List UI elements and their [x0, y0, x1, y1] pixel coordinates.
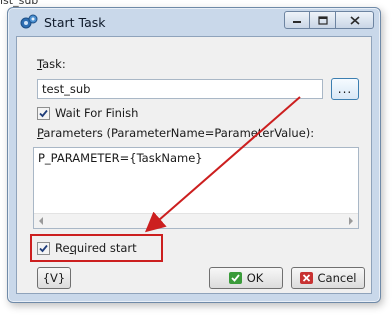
- dialog-title: Start Task: [44, 15, 106, 30]
- variables-button[interactable]: {V}: [37, 267, 71, 289]
- cancel-button[interactable]: Cancel: [291, 267, 365, 289]
- background-window-text: ist_sub: [0, 0, 39, 7]
- cancel-x-icon: [299, 272, 313, 284]
- minimize-icon: [293, 21, 301, 23]
- close-button[interactable]: [336, 11, 374, 29]
- ok-label: OK: [246, 271, 264, 285]
- wait-for-finish-checkbox[interactable]: [37, 107, 50, 120]
- horizontal-scrollbar[interactable]: [34, 213, 358, 228]
- maximize-button[interactable]: [310, 11, 336, 29]
- parameters-textarea[interactable]: P_PARAMETER={TaskName}: [33, 147, 359, 229]
- dialog-client-area: Task: test_sub ... Wait For Finish Param…: [16, 36, 372, 294]
- annotation-highlight-box: [30, 234, 163, 262]
- ok-button[interactable]: OK: [209, 267, 283, 289]
- scroll-right-icon[interactable]: [349, 217, 353, 225]
- start-task-dialog: Start Task Task: test_sub ... Wait For F…: [7, 7, 381, 303]
- title-bar[interactable]: Start Task: [8, 8, 380, 36]
- ok-check-icon: [228, 272, 242, 284]
- task-input[interactable]: test_sub: [37, 79, 323, 99]
- checkmark-icon: [39, 109, 48, 118]
- scroll-left-icon[interactable]: [39, 217, 43, 225]
- minimize-button[interactable]: [284, 11, 310, 29]
- parameters-label: Parameters (ParameterName=ParameterValue…: [37, 126, 315, 140]
- close-icon: [349, 15, 360, 25]
- wait-for-finish-label: Wait For Finish: [55, 106, 139, 120]
- window-controls: [284, 11, 374, 29]
- task-label: Task:: [37, 57, 66, 71]
- screen: ist_sub Start Task Task: test_sub ... Wa…: [0, 0, 392, 315]
- browse-task-button[interactable]: ...: [331, 78, 359, 100]
- cancel-label: Cancel: [317, 271, 357, 285]
- maximize-icon: [317, 15, 328, 25]
- gear-task-icon: [20, 14, 38, 30]
- parameters-value: P_PARAMETER={TaskName}: [38, 151, 203, 165]
